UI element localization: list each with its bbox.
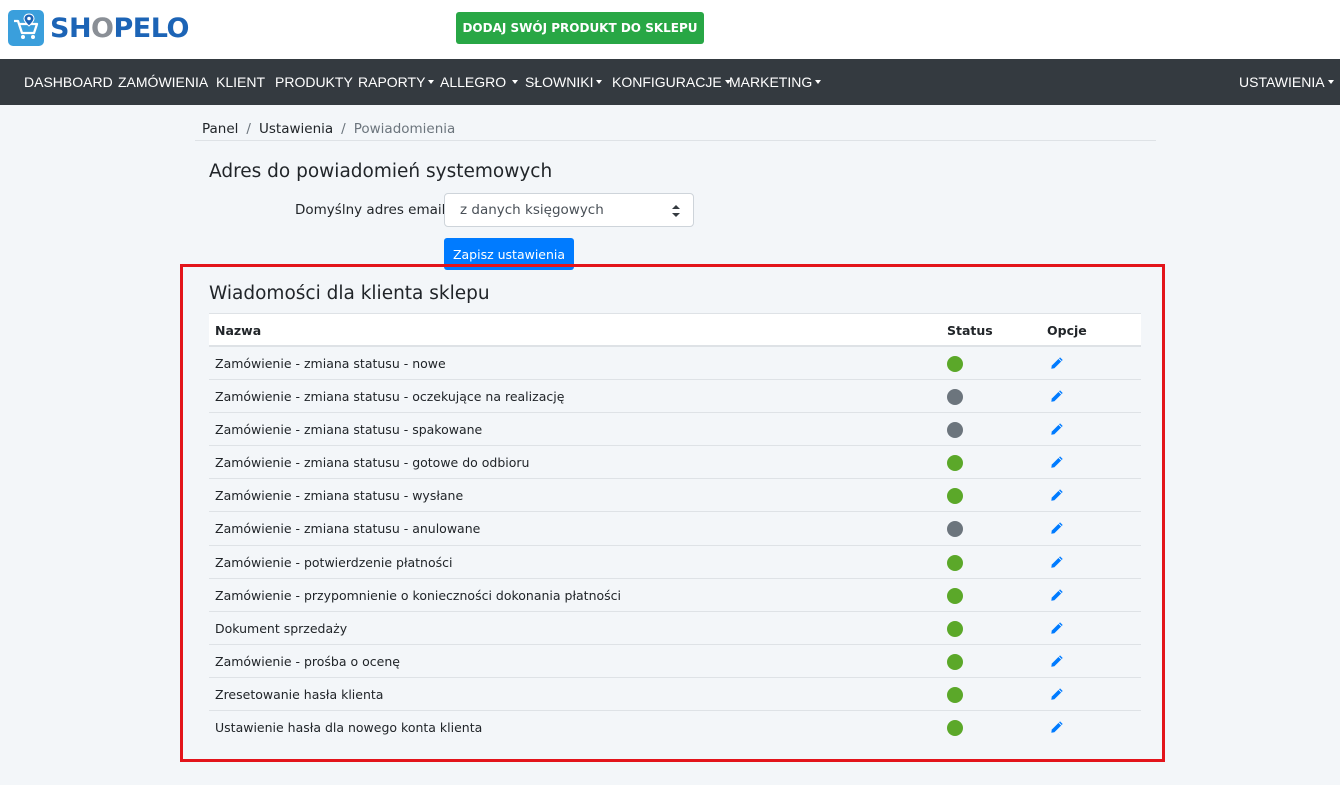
breadcrumb-current: Powiadomienia	[353, 121, 456, 137]
nav-item-slowniki[interactable]: SŁOWNIKI	[525, 59, 603, 105]
message-name: Zamówienie - zmiana statusu - oczekujące…	[215, 389, 565, 405]
email-select[interactable]: z danych księgowych	[444, 193, 694, 227]
table-row: Zamówienie - zmiana statusu - wysłane	[209, 479, 1141, 513]
table-row: Dokument sprzedaży	[209, 612, 1141, 645]
table-row: Zamówienie - zmiana statusu - nowe	[209, 347, 1141, 381]
table-row: Zamówienie - prośba o ocenę	[209, 645, 1141, 678]
logo-text: SHOPELO	[50, 12, 189, 44]
breadcrumb-separator: /	[341, 121, 346, 137]
breadcrumb: Panel / Ustawienia / Powiadomienia	[202, 121, 455, 137]
breadcrumb-ustawienia[interactable]: Ustawienia	[259, 121, 333, 137]
message-name: Zamówienie - przypomnienie o koniecznośc…	[215, 587, 622, 603]
caret-down-icon	[428, 80, 435, 84]
nav-item-allegro[interactable]: ALLEGRO	[440, 59, 519, 105]
caret-down-icon	[596, 80, 603, 84]
save-settings-button[interactable]: Zapisz ustawienia	[444, 238, 574, 270]
column-options-header: Opcje	[1047, 323, 1087, 338]
status-inactive-icon	[947, 422, 963, 439]
status-active-icon	[947, 587, 963, 604]
message-name: Dokument sprzedaży	[215, 620, 348, 636]
main-nav: DASHBOARD ZAMÓWIENIA KLIENT PRODUKTY RAP…	[0, 59, 1340, 105]
message-name: Zresetowanie hasła klienta	[215, 686, 384, 702]
system-section-title: Adres do powiadomień systemowych	[209, 161, 553, 182]
table-row: Zamówienie - potwierdzenie płatności	[209, 546, 1141, 579]
caret-down-icon	[815, 80, 822, 84]
caret-down-icon	[512, 80, 519, 84]
email-label: Domyślny adres email	[295, 202, 446, 218]
email-select-value: z danych księgowych	[460, 202, 604, 218]
table-row: Ustawienie hasła dla nowego konta klient…	[209, 711, 1141, 744]
nav-item-klient[interactable]: KLIENT	[216, 59, 265, 105]
table-row: Zamówienie - zmiana statusu - oczekujące…	[209, 380, 1141, 414]
pencil-icon[interactable]	[1050, 687, 1064, 701]
table-header: Nazwa Status Opcje	[209, 313, 1141, 347]
add-product-button[interactable]: DODAJ SWÓJ PRODUKT DO SKLEPU	[456, 12, 704, 44]
status-inactive-icon	[947, 389, 963, 406]
pencil-icon[interactable]	[1050, 720, 1064, 734]
table-row: Zamówienie - przypomnienie o koniecznośc…	[209, 579, 1141, 612]
status-active-icon	[947, 488, 963, 505]
pencil-icon[interactable]	[1050, 356, 1064, 370]
nav-item-ustawienia[interactable]: USTAWIENIA	[1239, 59, 1334, 105]
pencil-icon[interactable]	[1050, 389, 1064, 403]
table-body: Zamówienie - zmiana statusu - nowe Zamówi…	[209, 347, 1141, 744]
nav-item-produkty[interactable]: PRODUKTY	[275, 59, 353, 105]
messages-table: Nazwa Status Opcje Zamówienie - zmiana s…	[209, 313, 1141, 744]
logo[interactable]: SHOPELO	[8, 10, 189, 46]
column-name-header: Nazwa	[215, 323, 262, 338]
message-name: Zamówienie - prośba o ocenę	[215, 653, 400, 669]
pencil-icon[interactable]	[1050, 422, 1064, 436]
pencil-icon[interactable]	[1050, 588, 1064, 602]
table-row: Zamówienie - zmiana statusu - anulowane	[209, 512, 1141, 546]
table-row: Zresetowanie hasła klienta	[209, 678, 1141, 712]
nav-item-marketing[interactable]: MARKETING	[729, 59, 822, 105]
nav-item-raporty[interactable]: RAPORTY	[358, 59, 435, 105]
status-inactive-icon	[947, 521, 963, 538]
breadcrumb-separator: /	[246, 121, 251, 137]
status-active-icon	[947, 356, 963, 372]
table-row: Zamówienie - zmiana statusu - spakowane	[209, 413, 1141, 447]
message-name: Zamówienie - zmiana statusu - nowe	[215, 356, 446, 371]
nav-item-zamowienia[interactable]: ZAMÓWIENIA	[118, 59, 208, 105]
breadcrumb-panel[interactable]: Panel	[202, 121, 238, 137]
status-active-icon	[947, 455, 963, 472]
message-name: Zamówienie - potwierdzenie płatności	[215, 554, 453, 570]
status-active-icon	[947, 554, 963, 571]
nav-item-dashboard[interactable]: DASHBOARD	[24, 59, 113, 105]
message-name: Ustawienie hasła dla nowego konta klient…	[215, 720, 483, 736]
message-name: Zamówienie - zmiana statusu - spakowane	[215, 422, 483, 438]
status-active-icon	[947, 686, 963, 703]
top-bar: SHOPELO DODAJ SWÓJ PRODUKT DO SKLEPU	[0, 0, 1340, 59]
sort-arrows-icon	[672, 205, 680, 217]
table-row: Zamówienie - zmiana statusu - gotowe do …	[209, 446, 1141, 480]
pencil-icon[interactable]	[1050, 455, 1064, 469]
messages-section-title: Wiadomości dla klienta sklepu	[209, 283, 490, 304]
pencil-icon[interactable]	[1050, 621, 1064, 635]
breadcrumb-divider	[195, 140, 1156, 141]
pencil-icon[interactable]	[1050, 555, 1064, 569]
message-name: Zamówienie - zmiana statusu - anulowane	[215, 521, 481, 537]
nav-item-konfiguracje[interactable]: KONFIGURACJE	[612, 59, 731, 105]
pencil-icon[interactable]	[1050, 521, 1064, 535]
status-active-icon	[947, 720, 963, 737]
status-active-icon	[947, 620, 963, 637]
message-name: Zamówienie - zmiana statusu - gotowe do …	[215, 455, 530, 471]
pencil-icon[interactable]	[1050, 654, 1064, 668]
message-name: Zamówienie - zmiana statusu - wysłane	[215, 488, 464, 504]
caret-down-icon	[1327, 80, 1334, 84]
cart-location-icon	[8, 10, 44, 46]
column-status-header: Status	[947, 323, 993, 338]
status-active-icon	[947, 653, 963, 670]
pencil-icon[interactable]	[1050, 488, 1064, 502]
